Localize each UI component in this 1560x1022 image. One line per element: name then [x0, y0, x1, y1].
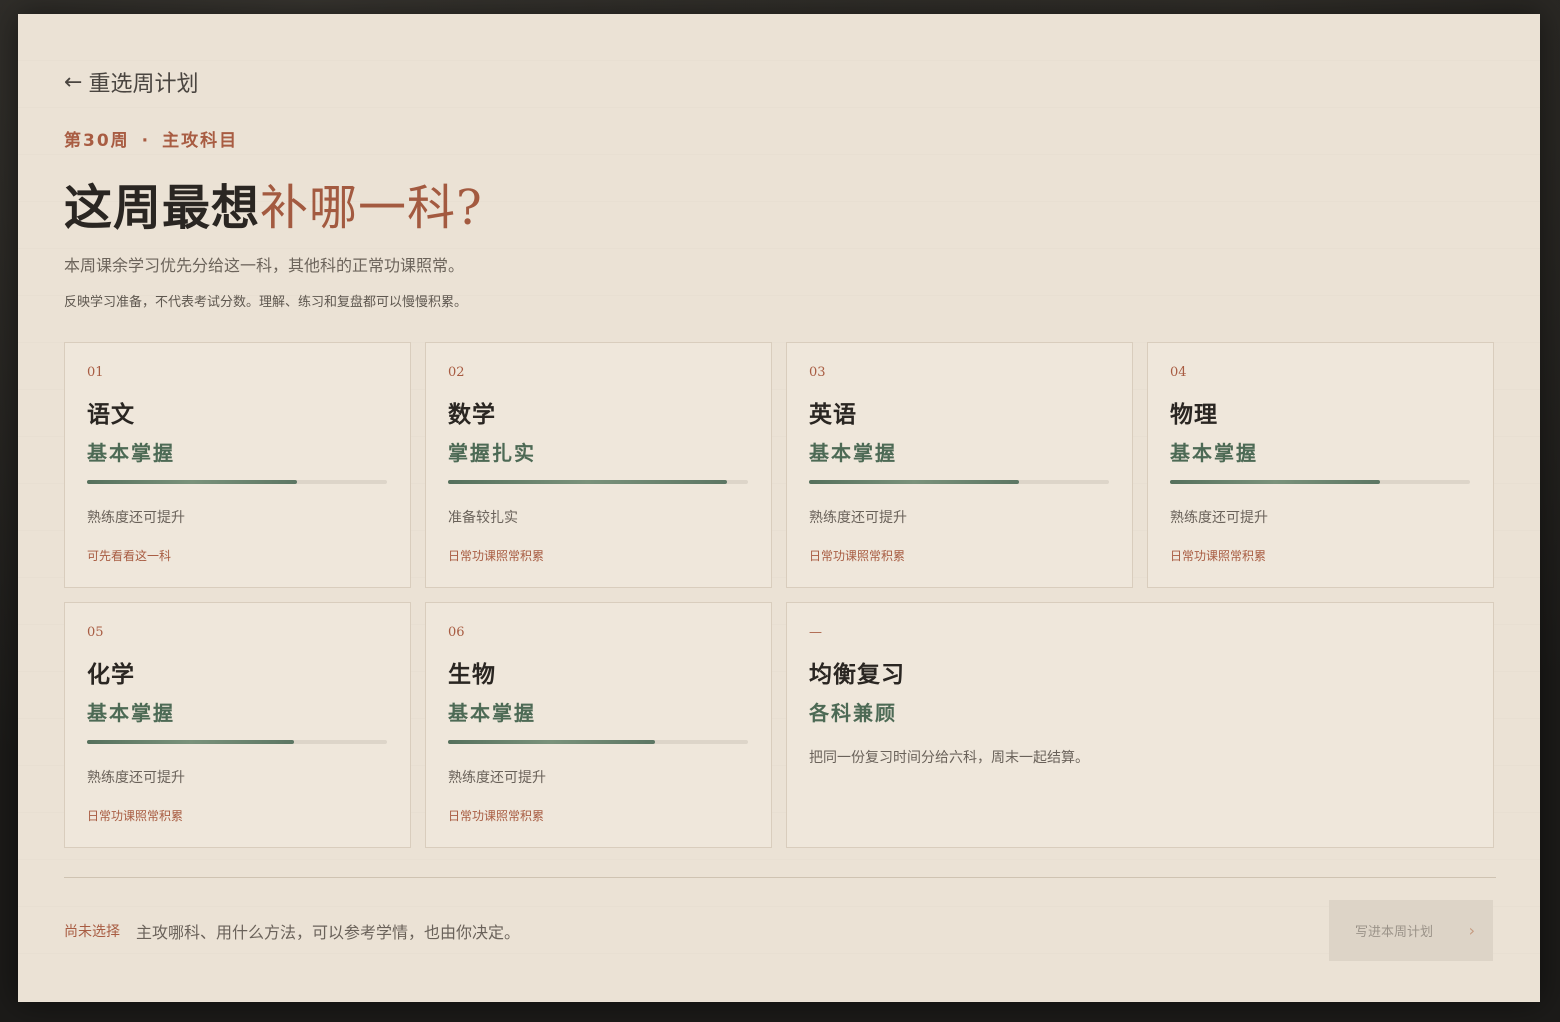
- back-link-label: 重选周计划: [88, 72, 199, 97]
- progress-bar: [448, 740, 748, 744]
- subject-status: 熟练度还可提升: [87, 770, 185, 786]
- subject-number: 04: [1170, 365, 1187, 380]
- subject-hint: 可先看看这一科: [87, 549, 172, 563]
- write-plan-label: 写进本周计划: [1355, 925, 1434, 940]
- subject-status: 熟练度还可提升: [87, 510, 185, 526]
- progress-bar: [809, 480, 1109, 484]
- progress-bar: [87, 740, 387, 744]
- page-title: 这周最想补哪一科?: [64, 168, 483, 238]
- subject-hint: 日常功课照常积累: [448, 549, 545, 563]
- progress-fill: [448, 480, 727, 484]
- subject-hint: 日常功课照常积累: [809, 549, 906, 563]
- balanced-level: 各科兼顾: [809, 701, 897, 725]
- subject-name: 数学: [448, 401, 496, 428]
- subject-level: 基本掌握: [809, 441, 897, 465]
- section-label: 主攻科目: [162, 131, 239, 151]
- page-subtitle: 本周课余学习优先分给这一科，其他科的正常功课照常。: [64, 256, 465, 275]
- progress-fill: [1170, 480, 1380, 484]
- progress-bar: [87, 480, 387, 484]
- subject-card-biology[interactable]: 06 生物 基本掌握 熟练度还可提升 日常功课照常积累: [425, 602, 772, 848]
- back-arrow-icon: ←: [64, 69, 83, 95]
- progress-fill: [87, 480, 297, 484]
- subject-name: 英语: [809, 401, 857, 428]
- chevron-right-icon: ›: [1468, 921, 1475, 940]
- progress-bar: [448, 480, 748, 484]
- subject-status: 熟练度还可提升: [809, 510, 907, 526]
- subject-level: 掌握扎实: [448, 441, 536, 465]
- balanced-review-card[interactable]: — 均衡复习 各科兼顾 把同一份复习时间分给六科，周末一起结算。: [786, 602, 1494, 848]
- eyebrow-separator: ·: [141, 131, 151, 151]
- page-note: 反映学习准备，不代表考试分数。理解、练习和复盘都可以慢慢积累。: [64, 295, 468, 310]
- subject-number: 01: [87, 365, 104, 380]
- write-plan-button[interactable]: 写进本周计划 ›: [1329, 900, 1493, 961]
- subject-level: 基本掌握: [448, 701, 536, 725]
- subject-hint: 日常功课照常积累: [1170, 549, 1267, 563]
- subject-level: 基本掌握: [87, 441, 175, 465]
- eyebrow: 第30周 · 主攻科目: [64, 126, 238, 151]
- footer-message: 主攻哪科、用什么方法，可以参考学情，也由你决定。: [136, 923, 521, 942]
- back-link[interactable]: ← 重选周计划: [64, 66, 198, 98]
- subject-name: 生物: [448, 661, 496, 688]
- footer-divider: [64, 877, 1496, 878]
- subject-status: 熟练度还可提升: [448, 770, 546, 786]
- subject-number: 02: [448, 365, 465, 380]
- balanced-name: 均衡复习: [809, 661, 905, 688]
- week-label: 第30周: [64, 131, 130, 151]
- subject-name: 化学: [87, 661, 135, 688]
- subject-card-math[interactable]: 02 数学 掌握扎实 准备较扎实 日常功课照常积累: [425, 342, 772, 588]
- progress-fill: [809, 480, 1019, 484]
- subject-status: 熟练度还可提升: [1170, 510, 1268, 526]
- subject-level: 基本掌握: [87, 701, 175, 725]
- selection-status: 尚未选择: [64, 924, 120, 940]
- page-title-plain: 这周最想: [64, 180, 261, 236]
- subject-hint: 日常功课照常积累: [87, 809, 184, 823]
- subject-number: 05: [87, 625, 104, 640]
- subject-level: 基本掌握: [1170, 441, 1258, 465]
- subject-number: 06: [448, 625, 465, 640]
- subject-name: 物理: [1170, 401, 1218, 428]
- subject-card-chinese[interactable]: 01 语文 基本掌握 熟练度还可提升 可先看看这一科: [64, 342, 411, 588]
- progress-fill: [448, 740, 655, 744]
- subject-number: 03: [809, 365, 826, 380]
- balanced-number: —: [809, 625, 822, 640]
- progress-bar: [1170, 480, 1470, 484]
- page-title-accent: 补哪一科?: [260, 180, 483, 236]
- plan-panel: ← 重选周计划 第30周 · 主攻科目 这周最想补哪一科? 本周课余学习优先分给这一…: [18, 14, 1540, 1002]
- subject-name: 语文: [87, 401, 135, 428]
- subject-card-english[interactable]: 03 英语 基本掌握 熟练度还可提升 日常功课照常积累: [786, 342, 1133, 588]
- subject-hint: 日常功课照常积累: [448, 809, 545, 823]
- subject-card-physics[interactable]: 04 物理 基本掌握 熟练度还可提升 日常功课照常积累: [1147, 342, 1494, 588]
- subject-status: 准备较扎实: [448, 510, 518, 526]
- subject-card-chemistry[interactable]: 05 化学 基本掌握 熟练度还可提升 日常功课照常积累: [64, 602, 411, 848]
- balanced-desc: 把同一份复习时间分给六科，周末一起结算。: [809, 750, 1089, 766]
- progress-fill: [87, 740, 294, 744]
